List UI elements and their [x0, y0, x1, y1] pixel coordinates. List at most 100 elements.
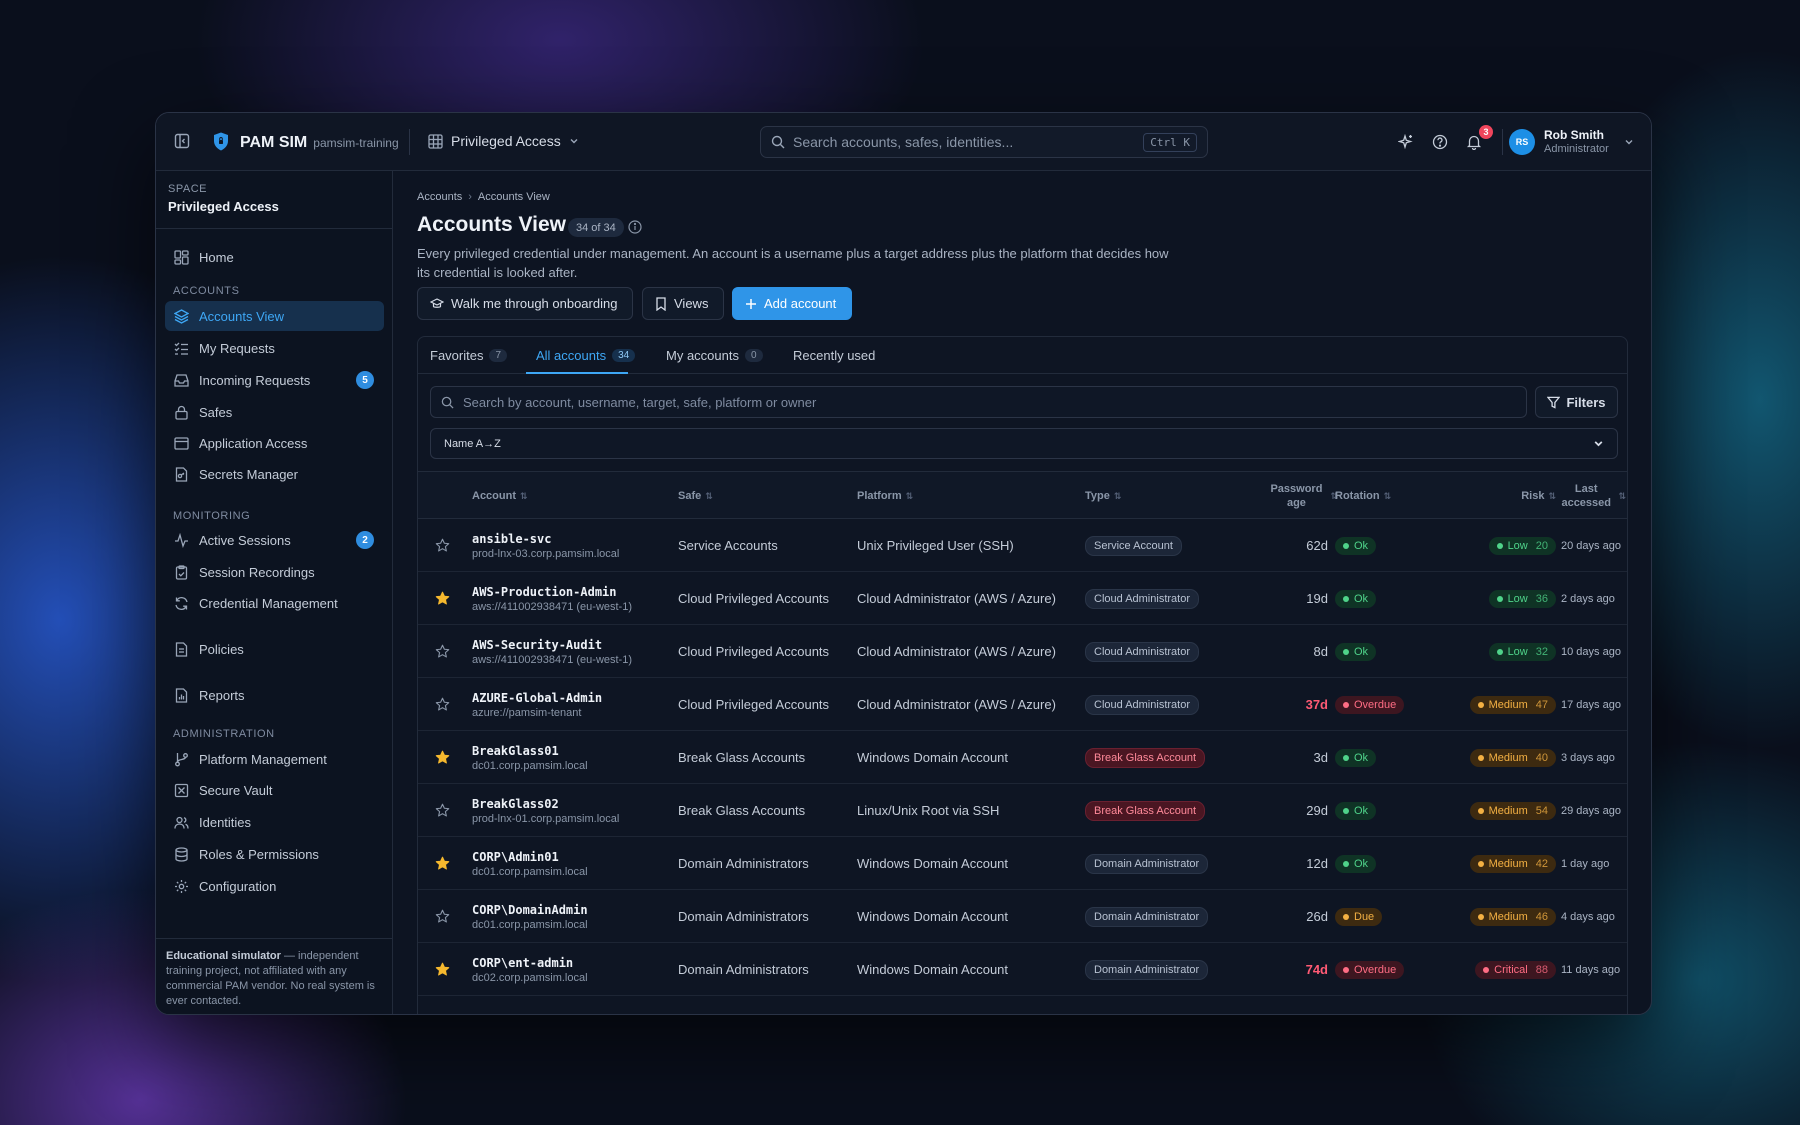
- column-header-platform[interactable]: Platform ⇅: [857, 472, 913, 520]
- account-cell[interactable]: AWS-Security-Audit aws://411002938471 (eu…: [472, 625, 672, 678]
- column-header-type[interactable]: Type ⇅: [1085, 472, 1121, 520]
- table-row[interactable]: BreakGlass02 prod-lnx-01.corp.pamsim.loca…: [418, 784, 1627, 837]
- sidebar-item-platform-management[interactable]: Platform Management: [165, 744, 384, 774]
- column-header-last-accessed[interactable]: Last accessed ⇅: [1558, 472, 1626, 520]
- favorite-star-icon[interactable]: [430, 519, 454, 572]
- account-name[interactable]: AWS-Production-Admin: [472, 585, 617, 599]
- risk-level: Low: [1507, 645, 1528, 658]
- sidebar-item-accounts-view[interactable]: Accounts View: [165, 301, 384, 331]
- table-row[interactable]: CORP\DomainAdmin dc01.corp.pamsim.local Do…: [418, 890, 1627, 943]
- column-header-rotation[interactable]: Rotation ⇅: [1335, 472, 1391, 520]
- account-cell[interactable]: ansible-svc prod-lnx-03.corp.pamsim.local: [472, 519, 672, 572]
- account-cell[interactable]: CORP\ent-admin dc02.corp.pamsim.local: [472, 943, 672, 996]
- account-name[interactable]: BreakGlass01: [472, 744, 559, 758]
- status-dot: [1477, 860, 1484, 867]
- favorite-star-icon[interactable]: [430, 572, 454, 625]
- account-name[interactable]: BreakGlass02: [472, 797, 559, 811]
- favorite-star-icon[interactable]: [430, 943, 454, 996]
- tab-recently-used[interactable]: Recently used: [793, 337, 875, 374]
- account-cell[interactable]: AZURE-Global-Admin azure://pamsim-tenant: [472, 678, 672, 731]
- sidebar-item-home[interactable]: Home: [165, 242, 384, 272]
- account-name[interactable]: CORP\ent-admin: [472, 956, 573, 970]
- breadcrumb-accounts[interactable]: Accounts: [417, 191, 462, 203]
- help-icon[interactable]: [1432, 134, 1448, 150]
- favorite-star-icon[interactable]: [430, 678, 454, 731]
- table-row[interactable]: AZURE-Global-Admin azure://pamsim-tenant C…: [418, 678, 1627, 731]
- sidebar-item-secrets-manager[interactable]: Secrets Manager: [165, 459, 384, 489]
- rotation-status-label: Ok: [1354, 592, 1369, 605]
- sidebar-item-incoming-requests[interactable]: Incoming Requests 5: [165, 365, 384, 395]
- add-account-button[interactable]: Add account: [732, 287, 852, 320]
- sidebar-toggle-icon[interactable]: [174, 133, 190, 149]
- account-name[interactable]: AZURE-Global-Admin: [472, 691, 602, 705]
- sidebar-item-secure-vault[interactable]: Secure Vault: [165, 775, 384, 805]
- favorite-star-icon[interactable]: [430, 837, 454, 890]
- table-row[interactable]: AWS-Production-Admin aws://411002938471 (…: [418, 572, 1627, 625]
- sidebar-item-configuration[interactable]: Configuration: [165, 871, 384, 901]
- global-search[interactable]: Search accounts, safes, identities... Ct…: [760, 126, 1208, 158]
- risk-score: 46: [1535, 910, 1548, 923]
- sidebar-item-application-access[interactable]: Application Access: [165, 428, 384, 458]
- favorite-star-icon[interactable]: [430, 890, 454, 943]
- account-cell[interactable]: BreakGlass01 dc01.corp.pamsim.local: [472, 731, 672, 784]
- sidebar-item-credential-management[interactable]: Credential Management: [165, 588, 384, 618]
- risk-score: 47: [1535, 698, 1548, 711]
- account-cell[interactable]: CORP\DomainAdmin dc01.corp.pamsim.local: [472, 890, 672, 943]
- table-row[interactable]: ansible-svc prod-lnx-03.corp.pamsim.local…: [418, 519, 1627, 572]
- table-row[interactable]: CORP\ent-admin dc02.corp.pamsim.local Doma…: [418, 943, 1627, 996]
- brand[interactable]: PAM SIM pamsim-training: [240, 134, 399, 152]
- account-name[interactable]: CORP\DomainAdmin: [472, 903, 588, 917]
- sidebar-item-my-requests[interactable]: My Requests: [165, 333, 384, 363]
- sidebar-item-label: Incoming Requests: [199, 372, 311, 388]
- views-button-label: Views: [674, 296, 709, 311]
- column-header-safe[interactable]: Safe ⇅: [678, 472, 713, 520]
- account-name[interactable]: AWS-Security-Audit: [472, 638, 602, 652]
- favorite-star-icon[interactable]: [430, 625, 454, 678]
- status-dot: [1483, 966, 1490, 973]
- rotation-cell: Overdue: [1335, 678, 1445, 731]
- account-name[interactable]: ansible-svc: [472, 532, 551, 546]
- filters-button[interactable]: Filters: [1535, 386, 1618, 418]
- account-search-input[interactable]: Search by account, username, target, saf…: [430, 386, 1527, 418]
- sidebar-item-active-sessions[interactable]: Active Sessions 2: [165, 525, 384, 555]
- sidebar-item-reports[interactable]: Reports: [165, 680, 384, 710]
- safe-cell: Break Glass Accounts: [678, 750, 806, 765]
- type-cell: Service Account: [1085, 519, 1235, 572]
- refresh-icon: [175, 596, 188, 610]
- onboarding-button[interactable]: Walk me through onboarding: [417, 287, 633, 320]
- space-label: SPACE: [168, 183, 207, 195]
- sort-icon: ⇅: [1618, 490, 1626, 501]
- sidebar-item-identities[interactable]: Identities: [165, 807, 384, 837]
- account-target: prod-lnx-01.corp.pamsim.local: [472, 812, 620, 825]
- sort-select[interactable]: Name A→Z: [430, 428, 1618, 459]
- sidebar-item-session-recordings[interactable]: Session Recordings: [165, 557, 384, 587]
- sidebar-item-roles-permissions[interactable]: Roles & Permissions: [165, 839, 384, 869]
- sidebar-item-policies[interactable]: Policies: [165, 634, 384, 664]
- account-cell[interactable]: CORP\Admin01 dc01.corp.pamsim.local: [472, 837, 672, 890]
- account-name[interactable]: CORP\Admin01: [472, 850, 559, 864]
- views-button[interactable]: Views: [642, 287, 724, 320]
- column-header-risk[interactable]: Risk ⇅: [1486, 472, 1556, 520]
- count-badge: 34 of 34: [568, 218, 624, 237]
- risk-level: Low: [1507, 592, 1528, 605]
- account-cell[interactable]: AWS-Production-Admin aws://411002938471 (…: [472, 572, 672, 625]
- favorite-star-icon[interactable]: [430, 731, 454, 784]
- table-row[interactable]: BreakGlass01 dc01.corp.pamsim.local Break …: [418, 731, 1627, 784]
- user-menu[interactable]: RS Rob Smith Administrator: [1509, 128, 1634, 156]
- sidebar-item-safes[interactable]: Safes: [165, 397, 384, 427]
- tab-my-accounts[interactable]: My accounts 0: [666, 337, 763, 374]
- sparkles-icon[interactable]: [1398, 134, 1414, 150]
- account-cell[interactable]: BreakGlass02 prod-lnx-01.corp.pamsim.loca…: [472, 784, 672, 837]
- account-target: dc01.corp.pamsim.local: [472, 918, 588, 931]
- space-switcher[interactable]: Privileged Access: [428, 133, 579, 149]
- table-row[interactable]: AWS-Security-Audit aws://411002938471 (eu…: [418, 625, 1627, 678]
- table-row[interactable]: CORP\Admin01 dc01.corp.pamsim.local Domain…: [418, 837, 1627, 890]
- column-header-account[interactable]: Account ⇅: [472, 472, 528, 520]
- favorite-star-icon[interactable]: [430, 784, 454, 837]
- platform-cell: Windows Domain Account: [857, 856, 1009, 871]
- info-icon[interactable]: [628, 220, 642, 239]
- tab-all-accounts[interactable]: All accounts 34: [536, 337, 636, 374]
- tab-favorites[interactable]: Favorites 7: [430, 337, 508, 374]
- column-header-password-age[interactable]: Password age ⇅: [1238, 472, 1338, 520]
- accounts-panel: Favorites 7 All accounts 34 My accounts …: [417, 336, 1628, 1014]
